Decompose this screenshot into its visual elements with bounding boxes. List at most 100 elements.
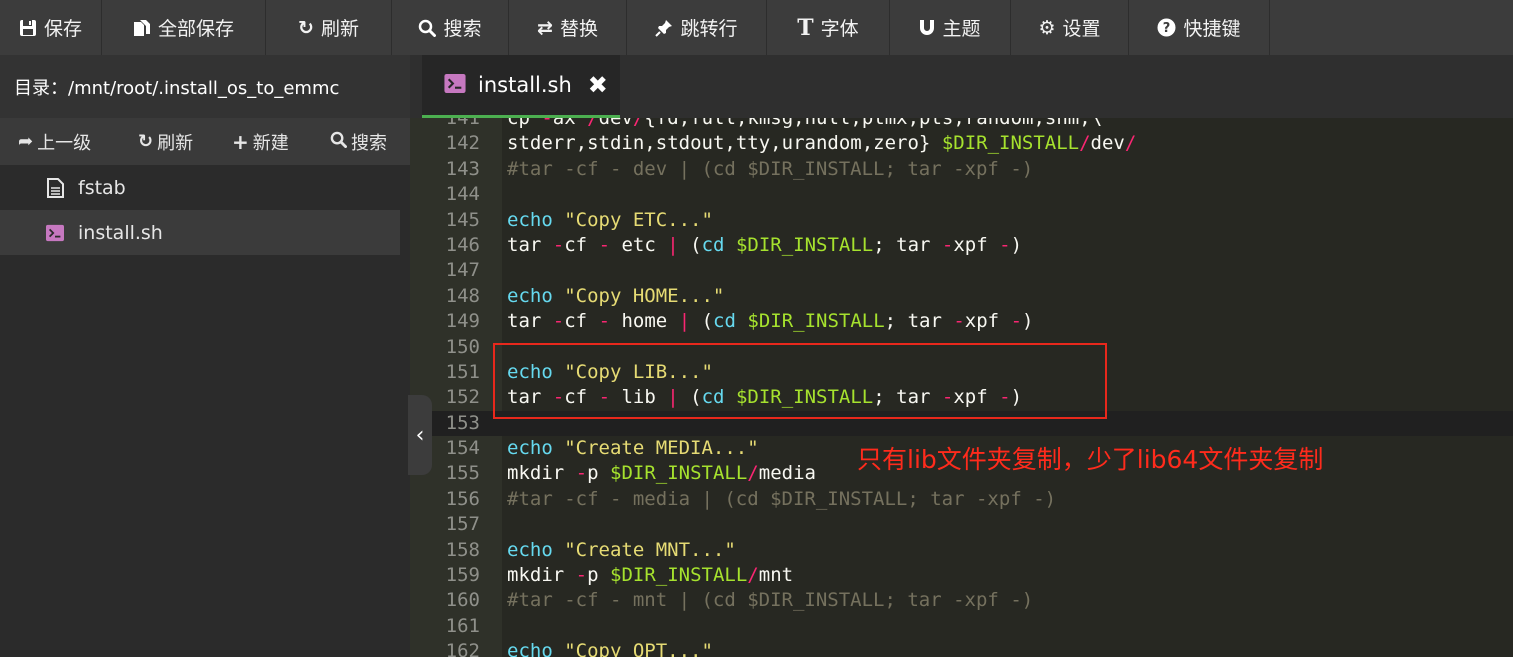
- pin-icon: [655, 19, 673, 37]
- file-text-icon: [46, 177, 64, 198]
- toolbar-label: 主题: [942, 18, 981, 40]
- gear-icon: ⚙: [1038, 16, 1056, 39]
- line-number: 146: [445, 233, 480, 256]
- chevron-left-icon: ‹: [415, 422, 425, 448]
- code-line[interactable]: 149 tar -cf - home | (cd $DIR_INSTALL; ta…: [410, 309, 1513, 334]
- line-code: stderr,stdin,stdout,tty,urandom,zero} $D…: [507, 132, 1137, 155]
- line-number: 142: [445, 132, 480, 155]
- toolbar-label: 刷新: [320, 18, 359, 40]
- font-icon: T: [797, 14, 814, 41]
- line-number: 147: [445, 259, 480, 282]
- refresh-icon: ↻: [138, 131, 154, 152]
- code-line[interactable]: 158 echo "Create MNT...": [410, 538, 1513, 563]
- toolbar-label: 保存: [43, 18, 82, 40]
- line-number: 144: [445, 183, 480, 206]
- toolbar-label: 替换: [559, 18, 598, 40]
- code-line[interactable]: 146 tar -cf - etc | (cd $DIR_INSTALL; tar…: [410, 233, 1513, 258]
- code-line[interactable]: 161: [410, 614, 1513, 639]
- line-number: 161: [445, 614, 480, 637]
- line-code: #tar -cf - dev | (cd $DIR_INSTALL; tar -…: [507, 157, 1034, 180]
- line-number: 149: [445, 310, 480, 333]
- highlight-box: [493, 343, 1107, 419]
- code-line[interactable]: 142 stderr,stdin,stdout,tty,urandom,zero}…: [410, 131, 1513, 156]
- line-code: echo "Create MEDIA...": [507, 437, 759, 460]
- toolbar-label: 跳转行: [680, 18, 738, 40]
- code-line[interactable]: 144: [410, 182, 1513, 207]
- toolbar-label: 设置: [1062, 18, 1101, 40]
- code-line[interactable]: 143 #tar -cf - dev | (cd $DIR_INSTALL; ta…: [410, 157, 1513, 182]
- save-all-icon: [133, 19, 151, 37]
- file-sidebar: 目录：/mnt/root/.install_os_to_emmc ➦ 上一级 ↻…: [0, 55, 410, 657]
- code-line[interactable]: 162 echo "Copy OPT...": [410, 639, 1513, 657]
- tab-title: install.sh: [478, 73, 572, 97]
- toolbar-replace-button[interactable]: ⇄ 替换: [509, 0, 627, 55]
- file-list: fstab install.sh: [0, 165, 400, 255]
- new-file-button[interactable]: + 新建: [232, 129, 289, 155]
- toolbar-save-button[interactable]: 保存: [0, 0, 102, 55]
- top-toolbar: 保存 全部保存 ↻ 刷新 搜索 ⇄ 替换 跳转行 T 字体 主题 ⚙ 设置 ? …: [0, 0, 1513, 55]
- toolbar-refresh-button[interactable]: ↻ 刷新: [266, 0, 392, 55]
- toolbar-shortcuts-button[interactable]: ? 快捷键: [1129, 0, 1270, 55]
- code-line[interactable]: 160 #tar -cf - mnt | (cd $DIR_INSTALL; ta…: [410, 588, 1513, 613]
- directory-path: 目录：/mnt/root/.install_os_to_emmc: [0, 55, 410, 118]
- code-line[interactable]: 157: [410, 512, 1513, 537]
- line-code: mkdir -p $DIR_INSTALL/media: [507, 462, 816, 485]
- terminal-icon: [444, 73, 466, 97]
- search-icon: [330, 131, 347, 153]
- line-code: echo "Copy HOME...": [507, 284, 725, 307]
- magnet-icon: [919, 19, 935, 37]
- sidebar-toolbar: ➦ 上一级 ↻ 刷新 + 新建 搜索: [0, 118, 410, 165]
- share-arrow-icon: ➦: [18, 131, 34, 152]
- line-number: 158: [445, 538, 480, 561]
- file-item-install-sh[interactable]: install.sh: [0, 210, 400, 255]
- code-line[interactable]: 141 cp -ax /dev/{fd,full,kmsg,null,ptmx,p…: [410, 118, 1513, 131]
- line-code: cp -ax /dev/{fd,full,kmsg,null,ptmx,pts,…: [507, 118, 1103, 129]
- line-code: echo "Copy ETC...": [507, 208, 713, 231]
- code-line[interactable]: 156 #tar -cf - media | (cd $DIR_INSTALL; …: [410, 487, 1513, 512]
- toolbar-search-button[interactable]: 搜索: [392, 0, 509, 55]
- file-item-fstab[interactable]: fstab: [0, 165, 400, 210]
- sidebar-tool-label: 新建: [252, 132, 289, 154]
- line-number: 162: [445, 640, 480, 657]
- parent-dir-button[interactable]: ➦ 上一级: [18, 129, 91, 155]
- line-number: 159: [445, 564, 480, 587]
- line-code: echo "Copy OPT...": [507, 640, 713, 657]
- toolbar-label: 搜索: [443, 18, 482, 40]
- plus-icon: +: [232, 129, 249, 154]
- toolbar-font-button[interactable]: T 字体: [767, 0, 890, 55]
- sidebar-tool-label: 刷新: [157, 132, 194, 154]
- terminal-icon: [46, 223, 64, 243]
- collapse-sidebar-button[interactable]: ‹: [408, 395, 432, 475]
- replace-icon: ⇄: [537, 16, 553, 39]
- toolbar-label: 字体: [820, 18, 859, 40]
- sidebar-search-button[interactable]: 搜索: [330, 129, 387, 155]
- line-code: echo "Create MNT...": [507, 538, 736, 561]
- editor-tabbar: install.sh ✖: [410, 55, 1513, 118]
- code-line[interactable]: 148 echo "Copy HOME...": [410, 284, 1513, 309]
- file-name: fstab: [78, 176, 126, 199]
- toolbar-settings-button[interactable]: ⚙ 设置: [1011, 0, 1129, 55]
- close-icon[interactable]: ✖: [588, 71, 608, 99]
- line-code: #tar -cf - mnt | (cd $DIR_INSTALL; tar -…: [507, 589, 1034, 612]
- line-number: 156: [445, 487, 480, 510]
- toolbar-theme-button[interactable]: 主题: [890, 0, 1011, 55]
- sidebar-refresh-button[interactable]: ↻ 刷新: [138, 129, 193, 155]
- question-icon: ?: [1157, 18, 1176, 37]
- code-line[interactable]: 147: [410, 258, 1513, 283]
- toolbar-save-all-button[interactable]: 全部保存: [102, 0, 266, 55]
- toolbar-goto-line-button[interactable]: 跳转行: [627, 0, 767, 55]
- file-name: install.sh: [78, 221, 163, 244]
- line-code: mkdir -p $DIR_INSTALL/mnt: [507, 564, 794, 587]
- code-line[interactable]: 159 mkdir -p $DIR_INSTALL/mnt: [410, 563, 1513, 588]
- line-number: 143: [445, 157, 480, 180]
- code-line[interactable]: 145 echo "Copy ETC...": [410, 208, 1513, 233]
- toolbar-label: 全部保存: [157, 18, 234, 40]
- tab-install-sh[interactable]: install.sh ✖: [422, 55, 620, 118]
- sidebar-tool-label: 搜索: [351, 132, 387, 154]
- line-code: tar -cf - etc | (cd $DIR_INSTALL; tar -x…: [507, 233, 1023, 256]
- line-code: #tar -cf - media | (cd $DIR_INSTALL; tar…: [507, 487, 1057, 510]
- save-icon: [19, 19, 37, 37]
- refresh-icon: ↻: [298, 16, 314, 39]
- line-code: tar -cf - home | (cd $DIR_INSTALL; tar -…: [507, 310, 1034, 333]
- search-icon: [418, 19, 437, 37]
